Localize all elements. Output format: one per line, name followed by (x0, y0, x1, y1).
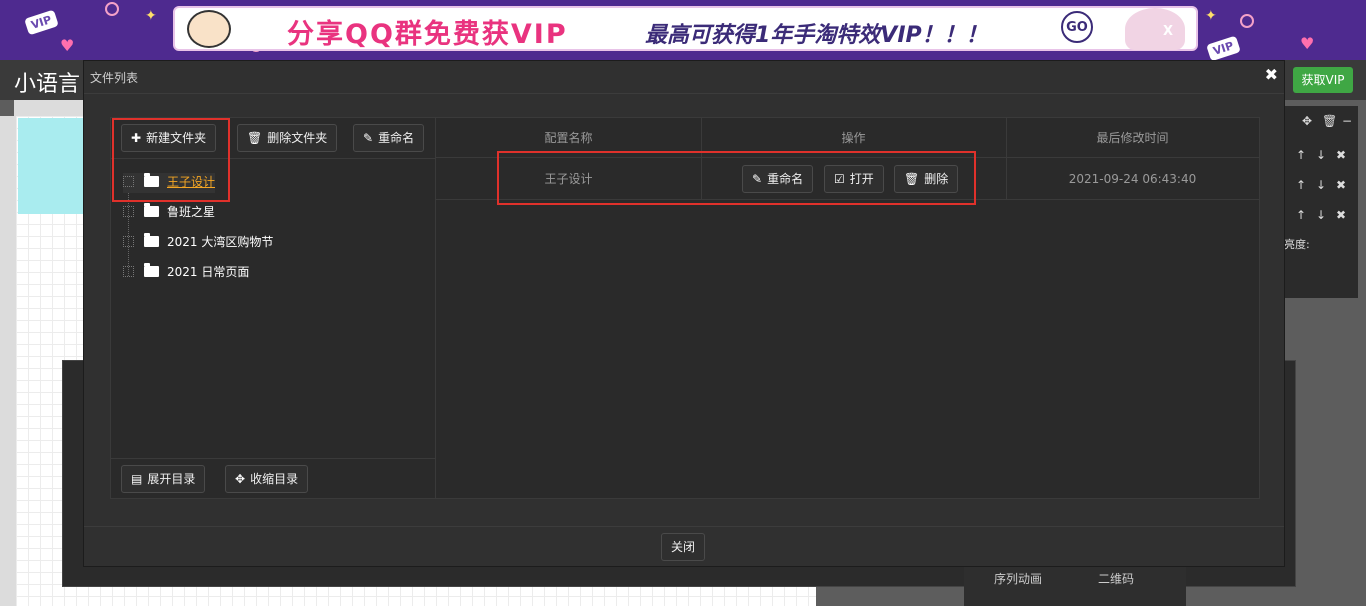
app-logo: 小语言 (14, 71, 81, 96)
close-icon[interactable]: ✖ (1336, 178, 1346, 192)
banner-subheadline: 最高可获得1年手淘特效VIP！！！ (645, 23, 988, 48)
tree-node-folder[interactable]: 2021 大湾区购物节 (123, 233, 273, 253)
layer-row: ↑ ↓ ✖ (1284, 208, 1358, 224)
trash-icon: 🗑 (247, 131, 263, 145)
move-icon: ✥ (235, 472, 246, 486)
decoration-star-icon: ✦ (1205, 8, 1217, 24)
minus-icon[interactable]: − (1342, 114, 1352, 128)
promo-banner[interactable]: ✦ ✦ ♥ ♥ VIP VIP 分享QQ群免费获VIP 最高可获得1年手淘特效V… (0, 0, 1366, 60)
rename-folder-button[interactable]: ✎ 重命名 (353, 124, 425, 152)
tree-node-label: 2021 大湾区购物节 (167, 235, 274, 249)
banner-headline: 分享QQ群免费获VIP (287, 19, 568, 50)
close-icon[interactable]: ✖ (1265, 65, 1278, 84)
arrow-up-icon[interactable]: ↑ (1296, 178, 1306, 192)
arrow-up-icon[interactable]: ↑ (1296, 208, 1306, 222)
highlight-annotation (497, 151, 976, 205)
close-button[interactable]: 关闭 (661, 533, 706, 561)
delete-folder-button[interactable]: 🗑 删除文件夹 (237, 124, 338, 152)
divider (111, 458, 436, 459)
vip-ticket-icon: VIP (1206, 35, 1241, 60)
vertical-ruler (0, 116, 16, 606)
pencil-icon: ✎ (363, 131, 374, 145)
arrow-down-icon[interactable]: ↓ (1316, 148, 1326, 162)
qrcode-item[interactable]: 二维码 (1098, 570, 1134, 587)
folder-open-icon (144, 203, 159, 217)
modal-header: 文件列表 ✖ (84, 61, 1284, 94)
rename-folder-label: 重命名 (378, 131, 415, 145)
get-vip-button[interactable]: 获取VIP (1293, 67, 1353, 93)
panel-toolbar: ✥ 🗑 − (1284, 114, 1358, 130)
cartoon-face-icon (187, 10, 231, 48)
arrow-down-icon[interactable]: ↓ (1316, 208, 1326, 222)
divider (84, 526, 1284, 527)
modified-time-cell: 2021-09-24 06:43:40 (1068, 172, 1197, 186)
expand-tree-button[interactable]: ▤ 展开目录 (121, 465, 206, 493)
folder-open-icon (144, 263, 159, 277)
decoration-heart-icon: ♥ (1300, 34, 1315, 53)
expander-icon[interactable] (123, 266, 134, 277)
layer-panel: ✥ 🗑 − ↑ ↓ ✖ ↑ ↓ ✖ ↑ ↓ ✖ 亮度: (1284, 106, 1358, 298)
decoration-circle (1240, 14, 1254, 28)
canvas-element[interactable] (18, 118, 84, 214)
delete-folder-label: 删除文件夹 (267, 131, 328, 145)
tree-node-label: 鲁班之星 (167, 205, 216, 219)
tree-node-folder[interactable]: 鲁班之星 (123, 203, 215, 223)
component-panel: 序列动画 二维码 (964, 562, 1186, 606)
modal-title: 文件列表 (90, 71, 139, 85)
trash-icon[interactable]: 🗑 (1322, 114, 1337, 128)
decoration-circle (105, 2, 119, 16)
layer-row: ↑ ↓ ✖ (1284, 178, 1358, 194)
close-icon[interactable]: ✖ (1336, 208, 1346, 222)
file-list-modal: 文件列表 ✖ ✚新建文件夹 🗑删除文件夹 ✎重命名 王子设计 鲁班之星 2 (83, 60, 1285, 567)
arrow-down-icon[interactable]: ↓ (1316, 178, 1326, 192)
banner-strip: 分享QQ群免费获VIP 最高可获得1年手淘特效VIP！！！ GO (173, 6, 1198, 51)
move-icon[interactable]: ✥ (1302, 114, 1312, 128)
close-icon[interactable]: ✖ (1336, 148, 1346, 162)
collapse-tree-label: 收缩目录 (250, 472, 299, 486)
layer-row: ↑ ↓ ✖ (1284, 148, 1358, 164)
folder-open-icon (144, 233, 159, 247)
expander-icon[interactable] (123, 236, 134, 247)
vip-ticket-icon: VIP (24, 9, 59, 36)
sequence-animation-item[interactable]: 序列动画 (994, 570, 1042, 587)
decoration-heart-icon: ♥ (60, 36, 75, 55)
tree-node-folder[interactable]: 2021 日常页面 (123, 263, 249, 283)
highlight-annotation (112, 118, 230, 202)
banner-close-button[interactable]: X (1158, 22, 1178, 42)
arrow-up-icon[interactable]: ↑ (1296, 148, 1306, 162)
collapse-tree-button[interactable]: ✥ 收缩目录 (225, 465, 309, 493)
banner-go-button[interactable]: GO (1061, 11, 1093, 43)
decoration-star-icon: ✦ (145, 8, 157, 24)
column-header-modified: 最后修改时间 (1006, 118, 1259, 158)
expand-tree-label: 展开目录 (147, 472, 196, 486)
tree-node-label: 2021 日常页面 (167, 265, 250, 279)
brightness-label: 亮度: (1284, 238, 1310, 251)
list-icon: ▤ (131, 472, 143, 486)
expander-icon[interactable] (123, 206, 134, 217)
